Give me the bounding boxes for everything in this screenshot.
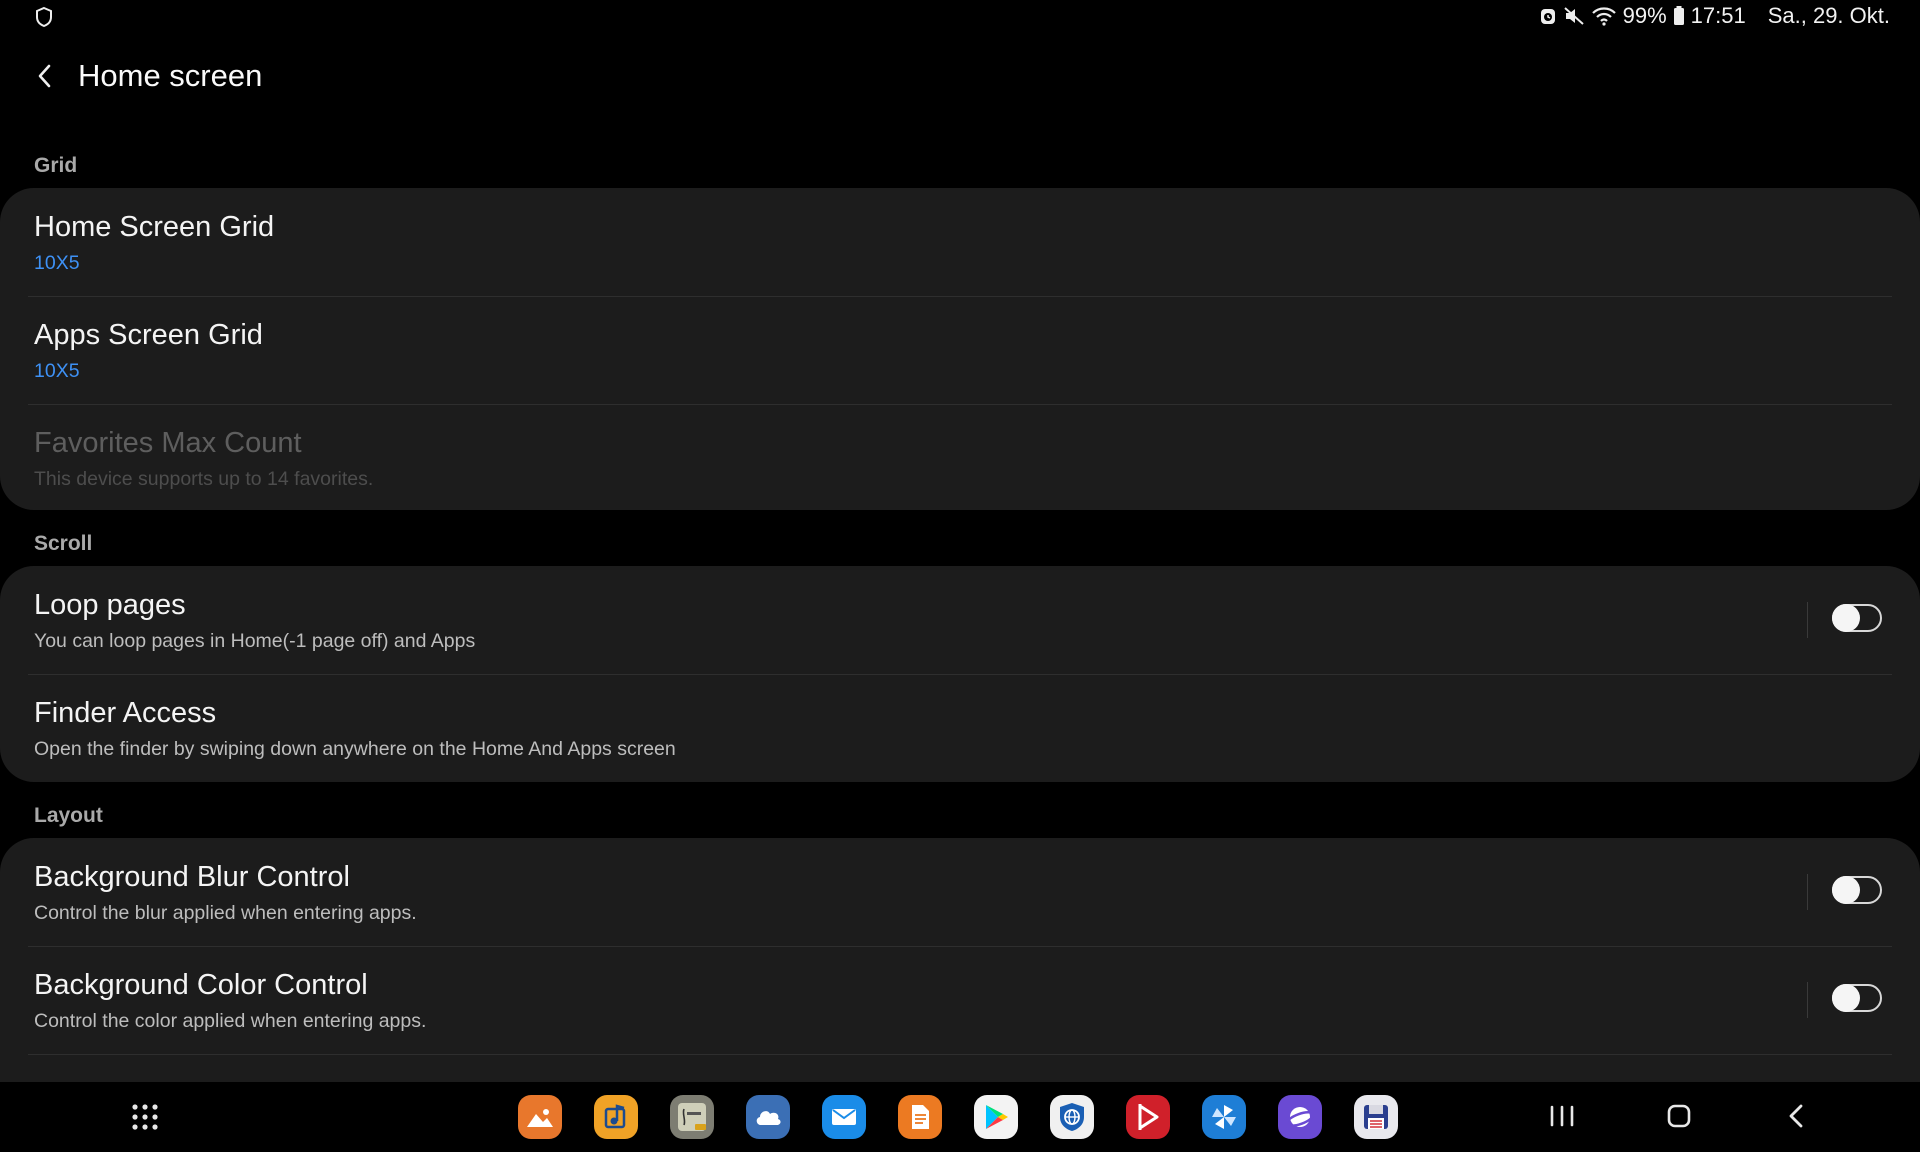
status-icons: 99% 17:51 Sa., 29. Okt.	[1539, 3, 1890, 29]
grid-card: Home Screen Grid 10X5 Apps Screen Grid 1…	[0, 188, 1920, 510]
battery-icon	[1673, 6, 1684, 25]
wifi-icon	[1591, 7, 1616, 26]
alarm-icon	[1540, 9, 1555, 24]
item-subtitle: This device supports up to 14 favorites.	[34, 468, 374, 490]
date: Sa., 29. Okt.	[1767, 3, 1890, 28]
toggle-knob	[1832, 604, 1860, 632]
item-value: 10X5	[34, 360, 80, 382]
web-browser-app-icon[interactable]	[1050, 1095, 1094, 1139]
toggle-knob	[1832, 876, 1860, 904]
status-bar: 99% 17:51 Sa., 29. Okt.	[0, 0, 1920, 34]
layout-card: Background Blur Control Control the blur…	[0, 838, 1920, 1082]
documents-app-icon[interactable]	[898, 1095, 942, 1139]
battery-percentage: 99%	[1622, 3, 1667, 28]
recents-icon[interactable]	[1548, 1104, 1576, 1128]
background-color-item[interactable]: Background Color Control Control the col…	[0, 946, 1920, 1054]
item-title: Background Color Control	[34, 969, 368, 1001]
apps-screen-grid-item[interactable]: Apps Screen Grid 10X5	[0, 296, 1920, 404]
navigation-bar	[0, 1082, 1920, 1152]
toggle-knob	[1832, 984, 1860, 1012]
item-title: Background Blur Control	[34, 861, 350, 893]
internet-app-icon[interactable]	[1278, 1095, 1322, 1139]
item-subtitle: You can loop pages in Home(-1 page off) …	[34, 630, 476, 652]
mute-icon	[1563, 7, 1584, 25]
page-title: Home screen	[78, 58, 263, 93]
row-divider	[1807, 602, 1808, 638]
app-bar: Home screen	[0, 50, 262, 102]
partially-visible-item[interactable]	[0, 1054, 1920, 1082]
favorites-max-count-item: Favorites Max Count This device supports…	[0, 404, 1920, 510]
item-value: 10X5	[34, 252, 80, 274]
apps-grid-icon[interactable]	[132, 1104, 158, 1130]
finder-access-item[interactable]: Finder Access Open the finder by swiping…	[0, 674, 1920, 782]
item-title: Apps Screen Grid	[34, 319, 263, 351]
section-header-scroll: Scroll	[34, 532, 93, 555]
item-title: Finder Access	[34, 697, 217, 729]
loop-pages-item[interactable]: Loop pages You can loop pages in Home(-1…	[0, 566, 1920, 674]
scroll-card: Loop pages You can loop pages in Home(-1…	[0, 566, 1920, 782]
home-screen-grid-item[interactable]: Home Screen Grid 10X5	[0, 188, 1920, 296]
cloud-app-icon[interactable]	[746, 1095, 790, 1139]
back-chevron-icon	[38, 64, 51, 88]
item-subtitle: Open the finder by swiping down anywhere…	[34, 738, 676, 760]
play-store-app-icon[interactable]	[974, 1095, 1018, 1139]
item-title: Loop pages	[34, 589, 186, 621]
background-blur-toggle[interactable]	[1832, 876, 1882, 904]
home-icon[interactable]	[1666, 1103, 1692, 1129]
pinwheel-app-icon[interactable]	[1202, 1095, 1246, 1139]
row-divider	[1807, 874, 1808, 910]
clock: 17:51	[1690, 3, 1746, 28]
back-icon[interactable]	[1784, 1102, 1810, 1130]
calculator-pro-app-icon[interactable]	[670, 1095, 714, 1139]
row-divider	[1807, 982, 1808, 1018]
music-player-app-icon[interactable]	[594, 1095, 638, 1139]
section-header-layout: Layout	[34, 804, 103, 827]
background-blur-item[interactable]: Background Blur Control Control the blur…	[0, 838, 1920, 946]
item-title: Home Screen Grid	[34, 211, 275, 243]
background-color-toggle[interactable]	[1832, 984, 1882, 1012]
media-player-app-icon[interactable]	[1126, 1095, 1170, 1139]
shield-icon	[36, 6, 52, 28]
item-title: Favorites Max Count	[34, 427, 302, 459]
item-subtitle: Control the color applied when entering …	[34, 1010, 427, 1032]
loop-pages-toggle[interactable]	[1832, 604, 1882, 632]
taskbar-dock	[518, 1095, 1398, 1139]
gallery-app-icon[interactable]	[518, 1095, 562, 1139]
item-subtitle: Control the blur applied when entering a…	[34, 902, 417, 924]
email-app-icon[interactable]	[822, 1095, 866, 1139]
back-button[interactable]	[22, 53, 68, 99]
section-header-grid: Grid	[34, 154, 78, 177]
save-disk-app-icon[interactable]	[1354, 1095, 1398, 1139]
